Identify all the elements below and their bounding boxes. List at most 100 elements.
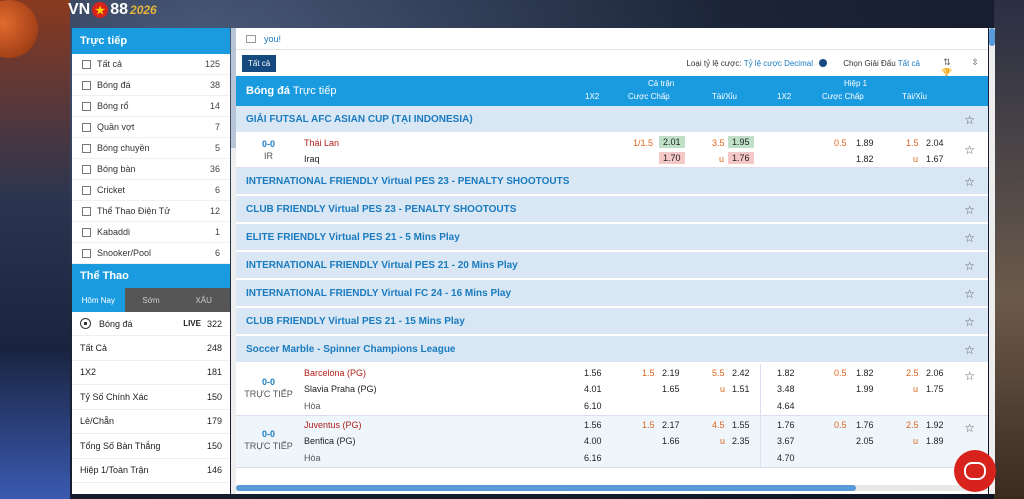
half-handicap-away-odd[interactable]: 1.99 <box>856 384 874 394</box>
checkbox[interactable] <box>82 59 91 69</box>
favorite-star-icon[interactable]: ☆ <box>964 143 975 157</box>
tab-early[interactable]: Sớm <box>124 288 178 312</box>
half-handicap-away-odd[interactable]: 1.82 <box>856 154 874 164</box>
draw-1x2-odd[interactable]: 6.16 <box>584 453 602 463</box>
under-odd[interactable]: 2.35 <box>732 436 750 446</box>
live-item[interactable]: Cricket 6 <box>72 180 230 201</box>
checkbox[interactable] <box>82 80 91 90</box>
all-button[interactable]: Tất cả <box>242 54 277 72</box>
home-team: Juventus (PG) <box>304 420 362 430</box>
favorite-star-icon[interactable]: ☆ <box>964 315 975 329</box>
handicap-away-odd[interactable]: 1.65 <box>662 384 680 394</box>
checkbox[interactable] <box>82 185 91 195</box>
handicap-home-odd[interactable]: 2.19 <box>662 368 680 378</box>
half-over-odd[interactable]: 2.06 <box>926 368 944 378</box>
sport-soccer[interactable]: Bóng đá LIVE 322 <box>72 312 230 336</box>
league-row[interactable]: INTERNATIONAL FRIENDLY Virtual FC 24 - 1… <box>236 280 988 308</box>
league-row[interactable]: GIẢI FUTSAL AFC ASIAN CUP (TẠI INDONESIA… <box>236 106 988 134</box>
checkbox[interactable] <box>82 206 91 216</box>
vertical-scrollbar[interactable] <box>989 28 995 494</box>
logo-text-vn: VN <box>68 1 91 18</box>
live-item[interactable]: Thể Thao Điện Tử 12 <box>72 201 230 222</box>
away-1x2-odd[interactable]: 4.00 <box>584 436 602 446</box>
tab-today[interactable]: Hôm Nay <box>72 288 125 312</box>
live-item[interactable]: Kabaddi 1 <box>72 222 230 243</box>
favorite-star-icon[interactable]: ☆ <box>964 203 975 217</box>
over-odd[interactable]: 1.55 <box>732 420 750 430</box>
market-item[interactable]: Tổng Số Bàn Thắng 150 <box>72 434 230 459</box>
league-row[interactable]: CLUB FRIENDLY Virtual PES 21 - 15 Mins P… <box>236 308 988 336</box>
market-item[interactable]: Lẻ/Chẵn 179 <box>72 410 230 434</box>
live-panel-title[interactable]: Trực tiếp <box>72 28 230 54</box>
half-over-odd[interactable]: 2.04 <box>926 138 944 148</box>
handicap-away-odd[interactable]: 1.70 <box>659 152 685 164</box>
site-logo[interactable]: VN ★ 88 2026 <box>68 0 157 20</box>
checkbox[interactable] <box>82 143 91 153</box>
half-over-odd[interactable]: 1.92 <box>926 420 944 430</box>
favorite-star-icon[interactable]: ☆ <box>964 259 975 273</box>
half-home-1x2-odd[interactable]: 1.76 <box>777 420 795 430</box>
checkbox[interactable] <box>82 164 91 174</box>
favorite-star-icon[interactable]: ☆ <box>964 421 975 435</box>
favorite-star-icon[interactable]: ☆ <box>964 175 975 189</box>
half-draw-1x2-odd[interactable]: 4.64 <box>777 401 795 411</box>
half-away-1x2-odd[interactable]: 3.67 <box>777 436 795 446</box>
chat-button[interactable] <box>954 450 996 492</box>
sports-panel-title[interactable]: Thể Thao <box>72 264 230 288</box>
checkbox[interactable] <box>82 101 91 111</box>
away-1x2-odd[interactable]: 4.01 <box>584 384 602 394</box>
league-row[interactable]: Soccer Marble - Spinner Champions League… <box>236 336 988 364</box>
league-row[interactable]: INTERNATIONAL FRIENDLY Virtual PES 21 - … <box>236 252 988 280</box>
live-item[interactable]: Snooker/Pool 6 <box>72 243 230 264</box>
live-item[interactable]: Bóng đá 38 <box>72 75 230 96</box>
half-under-odd[interactable]: 1.75 <box>926 384 944 394</box>
half-under-odd[interactable]: 1.67 <box>926 154 944 164</box>
checkbox[interactable] <box>82 248 91 258</box>
league-row[interactable]: ELITE FRIENDLY Virtual PES 21 - 5 Mins P… <box>236 224 988 252</box>
half-draw-1x2-odd[interactable]: 4.70 <box>777 453 795 463</box>
handicap-away-odd[interactable]: 1.66 <box>662 436 680 446</box>
half-handicap-home-odd[interactable]: 1.82 <box>856 368 874 378</box>
market-item[interactable]: 1X2 181 <box>72 361 230 385</box>
home-1x2-odd[interactable]: 1.56 <box>584 368 602 378</box>
checkbox[interactable] <box>82 227 91 237</box>
favorite-star-icon[interactable]: ☆ <box>964 287 975 301</box>
under-odd[interactable]: 1.76 <box>728 152 754 164</box>
live-item[interactable]: Bóng rổ 14 <box>72 96 230 117</box>
live-item[interactable]: Tất cả 125 <box>72 54 230 75</box>
checkbox[interactable] <box>82 122 91 132</box>
home-1x2-odd[interactable]: 1.56 <box>584 420 602 430</box>
half-away-1x2-odd[interactable]: 3.48 <box>777 384 795 394</box>
half-home-1x2-odd[interactable]: 1.82 <box>777 368 795 378</box>
over-odd[interactable]: 1.95 <box>728 136 754 148</box>
handicap-home-odd[interactable]: 2.01 <box>659 136 685 148</box>
half-handicap-away-odd[interactable]: 2.05 <box>856 436 874 446</box>
sort-trophy-icon[interactable]: ⇅🏆 <box>940 57 954 78</box>
live-item[interactable]: Bóng bàn 36 <box>72 159 230 180</box>
tab-parlay[interactable]: XÂU <box>177 288 230 312</box>
favorite-star-icon[interactable]: ☆ <box>964 343 975 357</box>
under-odd[interactable]: 1.51 <box>732 384 750 394</box>
favorite-star-icon[interactable]: ☆ <box>964 369 975 383</box>
over-odd[interactable]: 2.42 <box>732 368 750 378</box>
league-select[interactable]: Chọn Giải Đấu Tất cả <box>843 59 920 68</box>
league-row[interactable]: CLUB FRIENDLY Virtual PES 23 - PENALTY S… <box>236 196 988 224</box>
half-handicap-home-odd[interactable]: 1.89 <box>856 138 874 148</box>
favorite-star-icon[interactable]: ☆ <box>964 231 975 245</box>
market-item[interactable]: Hiệp 1/Toàn Trận 146 <box>72 459 230 483</box>
half-under-odd[interactable]: 1.89 <box>926 436 944 446</box>
odd-value: 1.95 <box>728 136 754 148</box>
league-row[interactable]: INTERNATIONAL FRIENDLY Virtual PES 23 - … <box>236 168 988 196</box>
draw-1x2-odd[interactable]: 6.10 <box>584 401 602 411</box>
odds-type-select[interactable]: Loại tỷ lệ cược: Tỷ lệ cược Decimal <box>687 59 828 68</box>
league-label: Chọn Giải Đấu <box>843 58 896 68</box>
market-item[interactable]: Tỷ Số Chính Xác 150 <box>72 385 230 410</box>
half-handicap-home-odd[interactable]: 1.76 <box>856 420 874 430</box>
live-item[interactable]: Quần vợt 7 <box>72 117 230 138</box>
sort-icon[interactable]: ⇳ <box>968 57 982 69</box>
favorite-star-icon[interactable]: ☆ <box>964 113 975 127</box>
live-item[interactable]: Bóng chuyền 5 <box>72 138 230 159</box>
handicap-home-odd[interactable]: 2.17 <box>662 420 680 430</box>
horizontal-scrollbar[interactable] <box>236 485 988 491</box>
market-item[interactable]: Tất Cả 248 <box>72 336 230 361</box>
